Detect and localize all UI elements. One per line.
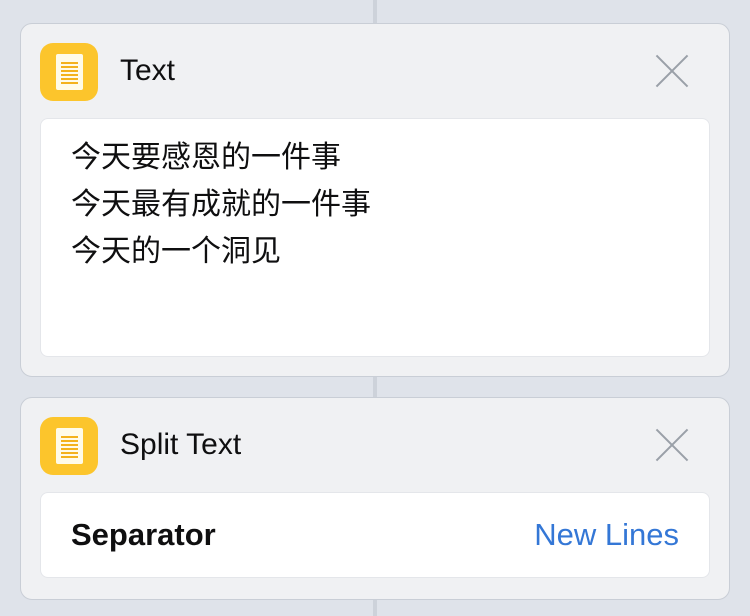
close-icon[interactable] — [655, 428, 689, 462]
flow-connector-middle — [373, 376, 377, 398]
separator-value-button[interactable]: New Lines — [534, 517, 679, 553]
action-header: Split Text — [21, 398, 729, 492]
text-action-card[interactable]: Text 今天要感恩的一件事 今天最有成就的一件事 今天的一个洞见 — [20, 23, 730, 377]
separator-label: Separator — [71, 517, 216, 552]
action-header: Text — [21, 24, 729, 118]
flow-connector-top — [373, 0, 377, 24]
action-title: Text — [120, 54, 176, 87]
action-title: Split Text — [120, 428, 242, 461]
text-content[interactable]: 今天要感恩的一件事 今天最有成就的一件事 今天的一个洞见 — [41, 119, 709, 290]
separator-parameter-row[interactable]: Separator New Lines — [40, 492, 710, 578]
text-document-icon — [40, 43, 98, 101]
close-icon[interactable] — [655, 54, 689, 88]
text-input-area[interactable]: 今天要感恩的一件事 今天最有成就的一件事 今天的一个洞见 — [40, 118, 710, 357]
split-text-action-card[interactable]: Split Text Separator New Lines — [20, 397, 730, 600]
flow-connector-bottom — [373, 599, 377, 616]
text-document-icon — [40, 417, 98, 475]
